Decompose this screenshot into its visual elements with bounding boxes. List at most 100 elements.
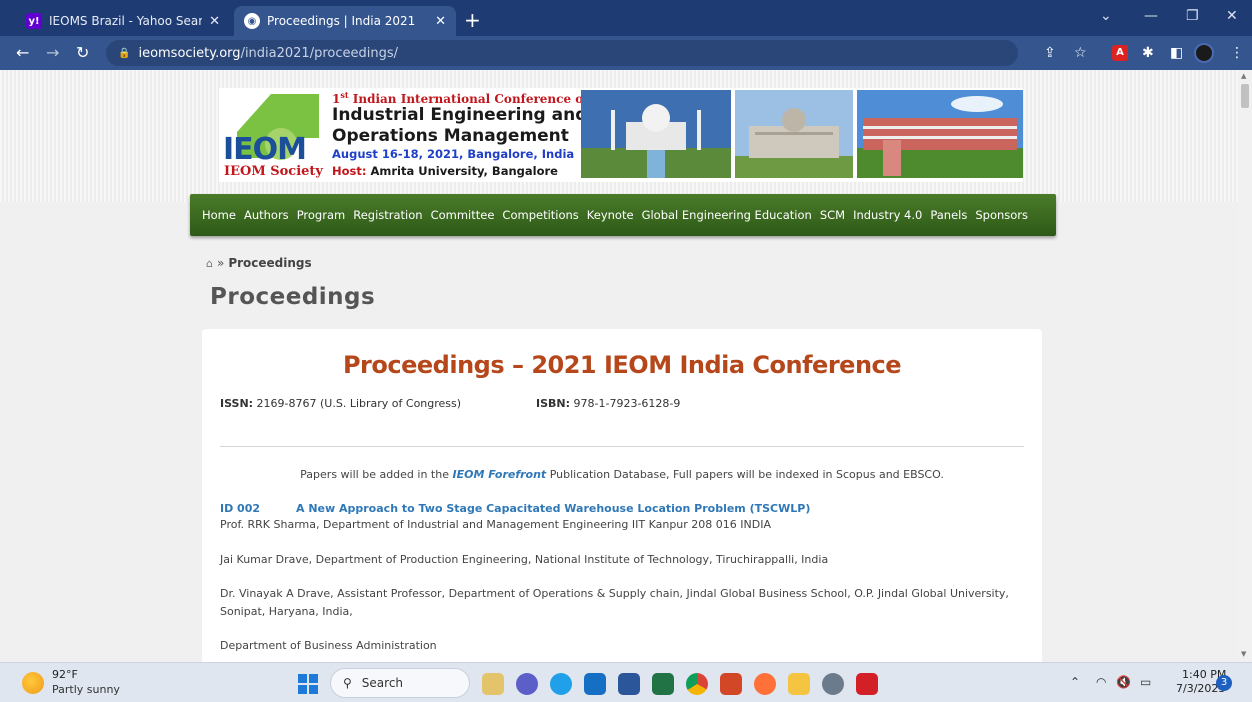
word-app-icon[interactable] <box>618 673 640 695</box>
isbn-line: ISBN: 978-1-7923-6128-9 <box>536 397 681 410</box>
author-line: Department of Business Administration <box>220 639 437 652</box>
main-menu: Home Authors Program Registration Commit… <box>190 194 1056 236</box>
menu-registration[interactable]: Registration <box>353 208 422 222</box>
vidhana-soudha-photo <box>735 90 853 178</box>
proceedings-heading: Proceedings – 2021 IEOM India Conference <box>342 351 902 379</box>
show-hidden-icons-chevron-icon[interactable]: ⌃ <box>1070 675 1080 689</box>
menu-program[interactable]: Program <box>297 208 346 222</box>
battery-icon[interactable]: ▭ <box>1140 675 1151 689</box>
menu-keynote[interactable]: Keynote <box>587 208 634 222</box>
taj-mahal-photo <box>581 90 731 178</box>
windows-start-icon[interactable] <box>298 674 318 694</box>
browser-tab-bar: y! IEOMS Brazil - Yahoo Search Resu ✕ ◉ … <box>0 0 1252 36</box>
share-icon[interactable]: ⇪ <box>1044 45 1056 61</box>
banner-host: Host: Amrita University, Bangalore <box>332 164 558 178</box>
banner-ordinal-line: 1st Indian International Conference on <box>332 90 592 106</box>
scroll-up-icon[interactable]: ▲ <box>1241 72 1246 80</box>
new-tab-icon[interactable]: + <box>464 8 481 32</box>
banner-title-line-2: Operations Management <box>332 126 569 146</box>
menu-kebab-icon[interactable]: ⋮ <box>1230 45 1244 61</box>
yahoo-favicon-icon: y! <box>26 13 42 29</box>
menu-committee[interactable]: Committee <box>431 208 495 222</box>
page-scrollbar[interactable]: ▲ ▼ <box>1238 70 1252 662</box>
tab-title: IEOMS Brazil - Yahoo Search Resu <box>49 14 203 28</box>
author-line: Jai Kumar Drave, Department of Productio… <box>220 553 829 566</box>
bookmark-star-icon[interactable]: ☆ <box>1074 45 1087 61</box>
tab-search-chevron-icon[interactable]: ⌄ <box>1100 8 1112 24</box>
conference-banner[interactable]: IEOM IEOM Society 1st Indian Internation… <box>219 88 1023 182</box>
weather-condition[interactable]: Partly sunny <box>52 683 120 696</box>
firefox-app-icon[interactable] <box>754 673 776 695</box>
globe-favicon-icon: ◉ <box>244 13 260 29</box>
tab-proceedings[interactable]: ◉ Proceedings | India 2021 ✕ <box>234 6 456 36</box>
url-host: ieomsociety.org <box>138 45 241 61</box>
menu-industry-4[interactable]: Industry 4.0 <box>853 208 922 222</box>
widgets-app-icon[interactable] <box>482 673 504 695</box>
file-explorer-icon[interactable] <box>788 673 810 695</box>
ieom-society-label: IEOM Society <box>224 164 323 179</box>
breadcrumb-current: Proceedings <box>228 256 312 270</box>
breadcrumb: ⌂ » Proceedings <box>206 256 312 270</box>
side-panel-icon[interactable]: ◧ <box>1170 45 1183 61</box>
amrita-campus-photo <box>857 90 1023 178</box>
scroll-thumb[interactable] <box>1241 84 1249 108</box>
paper-id[interactable]: ID 002 <box>220 502 260 515</box>
weather-temperature[interactable]: 92°F <box>52 668 78 681</box>
menu-sponsors[interactable]: Sponsors <box>975 208 1028 222</box>
restore-icon[interactable]: ❐ <box>1186 8 1199 24</box>
scroll-down-icon[interactable]: ▼ <box>1241 650 1246 658</box>
publication-notice: Papers will be added in the IEOM Forefro… <box>300 468 944 481</box>
address-toolbar: ← → ↻ 🔒 ieomsociety.org/india2021/procee… <box>0 36 1252 70</box>
menu-panels[interactable]: Panels <box>930 208 967 222</box>
powerpoint-app-icon[interactable] <box>720 673 742 695</box>
menu-home[interactable]: Home <box>202 208 236 222</box>
paper-title-link[interactable]: A New Approach to Two Stage Capacitated … <box>296 502 810 515</box>
page-title: Proceedings <box>210 284 376 310</box>
windows-taskbar: 92°F Partly sunny ⚲ Search ⌃ ◠ 🔇 ▭ 1:40 … <box>0 662 1252 702</box>
volume-muted-icon[interactable]: 🔇 <box>1116 675 1131 689</box>
banner-dates: August 16-18, 2021, Bangalore, India <box>332 147 575 161</box>
close-window-icon[interactable]: ✕ <box>1226 8 1238 24</box>
author-line: Dr. Vinayak A Drave, Assistant Professor… <box>220 587 1009 618</box>
search-label: Search <box>361 676 404 690</box>
mail-app-icon[interactable] <box>584 673 606 695</box>
issn-line: ISSN: 2169-8767 (U.S. Library of Congres… <box>220 397 462 410</box>
extensions-puzzle-icon[interactable]: ✱ <box>1142 45 1154 61</box>
tab-yahoo-search[interactable]: y! IEOMS Brazil - Yahoo Search Resu ✕ <box>16 6 230 36</box>
menu-scm[interactable]: SCM <box>820 208 845 222</box>
chrome-app-icon[interactable] <box>686 673 708 695</box>
lock-icon[interactable]: 🔒 <box>118 48 130 59</box>
reload-icon[interactable]: ↻ <box>76 43 89 62</box>
home-icon[interactable]: ⌂ <box>206 257 213 270</box>
excel-app-icon[interactable] <box>652 673 674 695</box>
taskbar-search[interactable]: ⚲ Search <box>330 668 470 698</box>
menu-competitions[interactable]: Competitions <box>502 208 578 222</box>
url-bar[interactable]: 🔒 ieomsociety.org/india2021/proceedings/ <box>106 40 1018 66</box>
url-path: /india2021/proceedings/ <box>240 45 399 61</box>
settings-gear-icon[interactable] <box>822 673 844 695</box>
pdf-extension-icon[interactable]: A <box>1112 45 1128 61</box>
close-tab-icon[interactable]: ✕ <box>209 14 220 29</box>
weather-sun-icon[interactable] <box>22 672 44 694</box>
wifi-icon[interactable]: ◠ <box>1096 675 1106 689</box>
close-tab-icon[interactable]: ✕ <box>435 14 446 29</box>
author-line: Prof. RRK Sharma, Department of Industri… <box>220 518 771 531</box>
ieom-forefront-link[interactable]: IEOM Forefront <box>453 468 547 481</box>
back-icon[interactable]: ← <box>16 43 29 62</box>
ieom-logo-text: IEOM <box>223 132 307 167</box>
menu-global-engineering-education[interactable]: Global Engineering Education <box>642 208 812 222</box>
teams-chat-icon[interactable] <box>516 673 538 695</box>
divider <box>220 446 1024 447</box>
page-viewport: IEOM IEOM Society 1st Indian Internation… <box>0 70 1238 662</box>
acrobat-app-icon[interactable] <box>856 673 878 695</box>
profile-avatar[interactable] <box>1194 43 1214 63</box>
forward-icon[interactable]: → <box>46 43 59 62</box>
proceedings-card: Proceedings – 2021 IEOM India Conference… <box>202 329 1042 662</box>
search-icon: ⚲ <box>343 676 352 690</box>
breadcrumb-separator: » <box>216 256 225 270</box>
menu-authors[interactable]: Authors <box>244 208 289 222</box>
minimize-icon[interactable]: — <box>1144 8 1158 24</box>
edge-browser-icon[interactable] <box>550 673 572 695</box>
notification-badge[interactable]: 3 <box>1216 675 1232 691</box>
tab-title: Proceedings | India 2021 <box>267 14 416 28</box>
